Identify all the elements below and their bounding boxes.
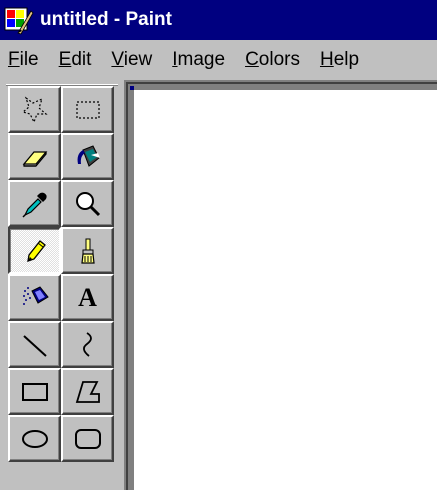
- line-icon: [22, 334, 47, 357]
- curve-icon: [82, 331, 92, 357]
- tool-magnifier[interactable]: [61, 180, 114, 227]
- window-title: untitled - Paint: [40, 9, 172, 30]
- eraser-icon: [22, 150, 47, 167]
- tool-pick-color[interactable]: [8, 180, 61, 227]
- canvas-resize-handle[interactable]: [130, 86, 134, 90]
- tool-polygon[interactable]: [61, 368, 114, 415]
- tool-free-form-select[interactable]: [8, 86, 61, 133]
- toolbox: A: [0, 80, 122, 490]
- tool-rect-select[interactable]: [61, 86, 114, 133]
- tool-line[interactable]: [8, 321, 61, 368]
- title-bar[interactable]: untitled - Paint: [0, 0, 437, 40]
- pencil-icon: [26, 239, 46, 262]
- tool-text[interactable]: A: [61, 274, 114, 321]
- tool-rounded-rectangle[interactable]: [61, 415, 114, 462]
- tool-fill[interactable]: [61, 133, 114, 180]
- drawing-canvas[interactable]: [134, 90, 437, 490]
- brush-icon: [80, 238, 95, 264]
- canvas-workspace: [124, 80, 437, 490]
- text-icon: A: [78, 282, 97, 312]
- paint-app-icon[interactable]: [4, 5, 34, 35]
- tool-curve[interactable]: [61, 321, 114, 368]
- tool-ellipse[interactable]: [8, 415, 61, 462]
- airbrush-icon: [22, 285, 49, 305]
- rect-select-icon: [75, 100, 100, 119]
- menu-help[interactable]: Help: [320, 49, 359, 71]
- magnifier-icon: [75, 191, 100, 216]
- rounded-rectangle-icon: [74, 428, 101, 449]
- menu-edit[interactable]: Edit: [59, 49, 92, 71]
- menu-colors[interactable]: Colors: [245, 49, 300, 71]
- tool-brush[interactable]: [61, 227, 114, 274]
- tool-eraser[interactable]: [8, 133, 61, 180]
- free-form-select-icon: [21, 95, 48, 123]
- tool-grid: A: [8, 86, 118, 462]
- paint-window: untitled - Paint File Edit View Image Co…: [0, 0, 437, 490]
- tool-rectangle[interactable]: [8, 368, 61, 415]
- paint-bucket-icon: [77, 144, 100, 167]
- tool-airbrush[interactable]: [8, 274, 61, 321]
- menu-bar: File Edit View Image Colors Help: [0, 40, 437, 80]
- menu-image[interactable]: Image: [172, 49, 225, 71]
- eyedropper-icon: [21, 192, 47, 218]
- rectangle-icon: [21, 382, 48, 401]
- ellipse-icon: [21, 429, 48, 448]
- tool-pencil[interactable]: [8, 227, 61, 274]
- menu-view[interactable]: View: [111, 49, 152, 71]
- menu-file[interactable]: File: [8, 49, 39, 71]
- polygon-icon: [75, 380, 100, 403]
